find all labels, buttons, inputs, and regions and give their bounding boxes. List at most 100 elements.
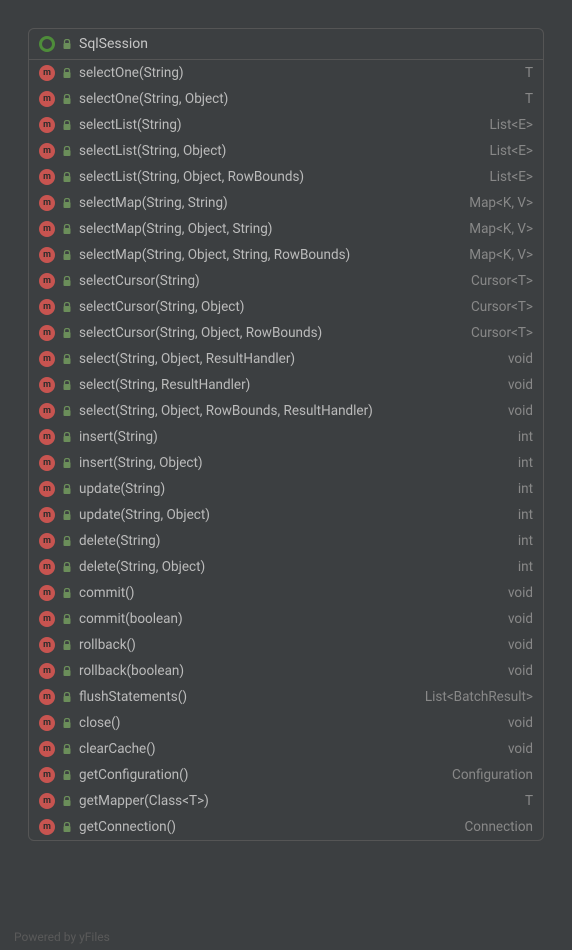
- method-row[interactable]: minsert(String)int: [29, 424, 543, 450]
- method-row[interactable]: mgetConnection()Connection: [29, 814, 543, 840]
- method-signature: selectCursor(String): [79, 273, 464, 289]
- method-signature: getConfiguration(): [79, 767, 445, 783]
- lock-icon: [62, 198, 72, 208]
- lock-icon: [62, 302, 72, 312]
- lock-icon: [62, 172, 72, 182]
- method-row[interactable]: mgetConfiguration()Configuration: [29, 762, 543, 788]
- return-type: int: [518, 429, 533, 445]
- method-icon: m: [39, 793, 55, 809]
- method-row[interactable]: mclose()void: [29, 710, 543, 736]
- method-row[interactable]: mselect(String, Object, RowBounds, Resul…: [29, 398, 543, 424]
- method-signature: rollback(boolean): [79, 663, 501, 679]
- return-type: List<E>: [489, 117, 533, 133]
- lock-icon: [62, 120, 72, 130]
- lock-icon: [62, 666, 72, 676]
- method-row[interactable]: m selectMap(String, Object, String, RowBo…: [29, 242, 543, 268]
- footer-text: Powered by yFiles: [14, 930, 110, 944]
- method-signature: selectList(String): [79, 117, 482, 133]
- return-type: int: [518, 507, 533, 523]
- return-type: List<E>: [489, 143, 533, 159]
- method-row[interactable]: mdelete(String, Object)int: [29, 554, 543, 580]
- method-row[interactable]: mselectCursor(String, Object, RowBounds)…: [29, 320, 543, 346]
- method-signature: getMapper(Class<T>): [79, 793, 518, 809]
- methods-list: m selectOne(String) TmselectOne(String, Ob…: [29, 60, 543, 840]
- return-type: T: [525, 91, 533, 107]
- return-type: void: [508, 637, 533, 653]
- method-icon: m: [39, 455, 55, 471]
- lock-icon: [62, 250, 72, 260]
- method-icon: m: [39, 91, 55, 107]
- return-type: void: [508, 715, 533, 731]
- method-icon: m: [39, 741, 55, 757]
- method-row[interactable]: mselectOne(String, Object)T: [29, 86, 543, 112]
- method-row[interactable]: mselectList(String, Object, RowBounds)Li…: [29, 164, 543, 190]
- lock-icon: [62, 536, 72, 546]
- lock-icon: [62, 692, 72, 702]
- method-signature: selectMap(String, String): [79, 195, 462, 211]
- method-icon: m: [39, 637, 55, 653]
- method-signature: delete(String): [79, 533, 511, 549]
- return-type: Configuration: [452, 767, 533, 783]
- method-row[interactable]: mclearCache()void: [29, 736, 543, 762]
- lock-icon: [62, 770, 72, 780]
- method-row[interactable]: minsert(String, Object)int: [29, 450, 543, 476]
- method-row[interactable]: m selectList(String, Object) List<E>: [29, 138, 543, 164]
- method-signature: selectList(String, Object): [79, 143, 482, 159]
- method-icon: m: [39, 403, 55, 419]
- return-type: void: [508, 585, 533, 601]
- method-icon: m: [39, 715, 55, 731]
- method-signature: selectOne(String): [79, 65, 518, 81]
- lock-icon: [62, 224, 72, 234]
- lock-icon: [62, 614, 72, 624]
- class-header[interactable]: SqlSession: [29, 29, 543, 60]
- return-type: Cursor<T>: [471, 273, 533, 289]
- method-signature: selectMap(String, Object, String, RowBou…: [79, 247, 462, 263]
- return-type: T: [525, 65, 533, 81]
- method-row[interactable]: mrollback(boolean)void: [29, 658, 543, 684]
- method-row[interactable]: m commit() void: [29, 580, 543, 606]
- method-row[interactable]: mupdate(String)int: [29, 476, 543, 502]
- return-type: void: [508, 741, 533, 757]
- method-row[interactable]: mdelete(String)int: [29, 528, 543, 554]
- method-row[interactable]: mselect(String, ResultHandler)void: [29, 372, 543, 398]
- lock-icon: [62, 94, 72, 104]
- return-type: int: [518, 559, 533, 575]
- return-type: Cursor<T>: [471, 325, 533, 341]
- method-icon: m: [39, 481, 55, 497]
- method-row[interactable]: m selectList(String) List<E>: [29, 112, 543, 138]
- method-signature: commit(): [79, 585, 501, 601]
- class-box[interactable]: SqlSession m selectOne(String) TmselectOne…: [28, 28, 544, 841]
- method-row[interactable]: mselectMap(String, String)Map<K, V>: [29, 190, 543, 216]
- diagram-container: SqlSession m selectOne(String) TmselectOne…: [0, 0, 572, 950]
- method-row[interactable]: mrollback()void: [29, 632, 543, 658]
- method-signature: insert(String, Object): [79, 455, 511, 471]
- method-row[interactable]: mupdate(String, Object)int: [29, 502, 543, 528]
- method-row[interactable]: mselectMap(String, Object, String)Map<K,…: [29, 216, 543, 242]
- method-signature: selectCursor(String, Object, RowBounds): [79, 325, 464, 341]
- method-row[interactable]: mflushStatements()List<BatchResult>: [29, 684, 543, 710]
- method-row[interactable]: mselect(String, Object, ResultHandler)vo…: [29, 346, 543, 372]
- method-icon: m: [39, 247, 55, 263]
- lock-icon: [62, 562, 72, 572]
- method-row[interactable]: mcommit(boolean)void: [29, 606, 543, 632]
- method-icon: m: [39, 819, 55, 835]
- method-row[interactable]: mgetMapper(Class<T>)T: [29, 788, 543, 814]
- method-icon: m: [39, 65, 55, 81]
- return-type: Map<K, V>: [469, 221, 533, 237]
- method-icon: m: [39, 117, 55, 133]
- return-type: Cursor<T>: [471, 299, 533, 315]
- method-icon: m: [39, 273, 55, 289]
- lock-icon: [62, 432, 72, 442]
- method-icon: m: [39, 143, 55, 159]
- method-row[interactable]: m selectCursor(String) Cursor<T>: [29, 268, 543, 294]
- lock-icon: [62, 146, 72, 156]
- method-row[interactable]: mselectCursor(String, Object)Cursor<T>: [29, 294, 543, 320]
- lock-icon: [62, 380, 72, 390]
- return-type: void: [508, 403, 533, 419]
- interface-icon: [39, 36, 55, 52]
- lock-icon: [62, 406, 72, 416]
- method-row[interactable]: m selectOne(String) T: [29, 60, 543, 86]
- method-icon: m: [39, 585, 55, 601]
- return-type: int: [518, 481, 533, 497]
- lock-icon: [62, 796, 72, 806]
